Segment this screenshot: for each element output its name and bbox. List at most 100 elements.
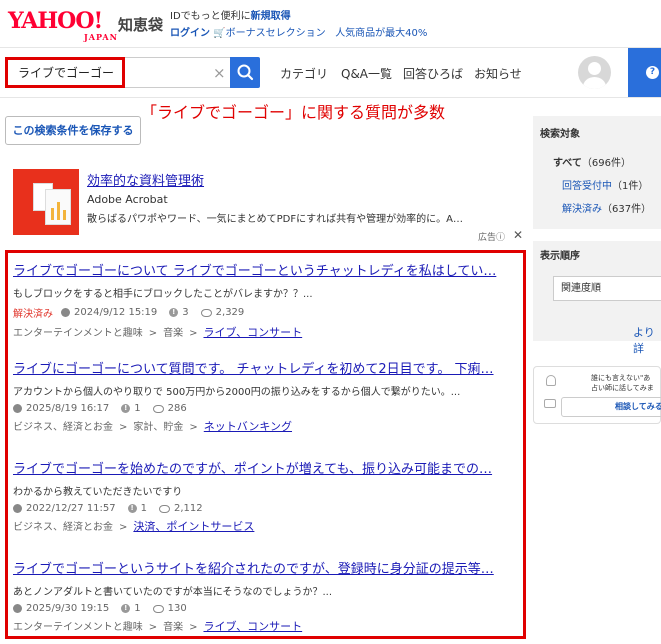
eye-icon xyxy=(200,308,212,317)
category-crumb[interactable]: 家計、貯金 xyxy=(133,422,183,433)
view-count: 2,112 xyxy=(174,503,203,514)
answer-icon: ! xyxy=(121,404,131,413)
cart-icon: 🛒 xyxy=(213,28,226,39)
question-meta: 2025/8/19 16:17 ! 1 286 xyxy=(13,403,521,414)
answer-icon: ! xyxy=(121,604,131,613)
card-text: 誰にも言えない"あ 占い師に話してみま xyxy=(591,374,654,392)
search-button[interactable] xyxy=(230,57,260,88)
logo-sub: JAPAN xyxy=(84,32,118,42)
list-item: ライブでゴーゴーというサイトを紹介されたのですが、登録時に身分証の提示等… あと… xyxy=(13,558,521,634)
ad-thumbnail[interactable] xyxy=(13,169,79,235)
clock-icon xyxy=(13,404,22,413)
question-title-link[interactable]: ライブにゴーゴーについて質問です。 チャットレディを初めて2日目です。 下痢… xyxy=(13,358,521,377)
avatar-body xyxy=(583,77,606,89)
question-title-link[interactable]: ライブでゴーゴーを始めたのですが、ポイントが増えても、振り込み可能までの… xyxy=(13,458,521,477)
ad-title-link[interactable]: 効率的な資料管理術 xyxy=(87,170,204,189)
breadcrumb: エンターテインメントと趣味 > 音楽 > ライブ、コンサート xyxy=(13,326,303,339)
nav-qa-list[interactable]: Q&A一覧 xyxy=(341,65,392,82)
logo-text: YAHOO! xyxy=(8,8,103,34)
annotation-text: 「ライブでゴーゴー」に関する質問が多数 xyxy=(141,103,446,122)
popular-items-link[interactable]: 人気商品が最大40% xyxy=(335,28,427,39)
search-icon xyxy=(237,64,254,81)
info-icon: ⓘ xyxy=(496,233,506,243)
filter-open[interactable]: 回答受付中（1件） xyxy=(562,177,648,192)
sidebar-divider xyxy=(533,229,661,241)
answer-icon: ! xyxy=(127,504,137,513)
consult-button[interactable]: 相談してみる xyxy=(561,397,661,417)
question-date: 2022/12/27 11:57 xyxy=(26,503,116,514)
question-title-link[interactable]: ライブでゴーゴーというサイトを紹介されたのですが、登録時に身分証の提示等… xyxy=(13,558,521,577)
sort-heading: 表示順序 xyxy=(540,251,580,262)
category-crumb[interactable]: ビジネス、経済とお金 xyxy=(13,422,113,433)
category-link[interactable]: 決済、ポイントサービス xyxy=(133,520,254,533)
bell-icon xyxy=(546,375,556,386)
category-crumb[interactable]: エンターテインメントと趣味 xyxy=(13,328,143,339)
question-snippet: あとノンアダルトと書いていたのですが本当にそうなのでしょうか？... xyxy=(13,587,333,598)
eye-icon xyxy=(152,604,164,613)
service-name: 知恵袋 xyxy=(118,16,164,34)
eye-icon xyxy=(159,504,171,513)
view-count: 2,329 xyxy=(215,307,245,318)
nav-answer-plaza[interactable]: 回答ひろば xyxy=(403,65,463,82)
question-snippet: もしブロックをすると相手にブロックしたことがバレますか？？... xyxy=(13,289,313,300)
more-details-link[interactable]: より詳 xyxy=(633,324,661,356)
fortune-card: 誰にも言えない"あ 占い師に話してみま 相談してみる xyxy=(533,366,661,424)
avatar[interactable] xyxy=(578,56,611,89)
list-item: ライブでゴーゴーを始めたのですが、ポイントが増えても、振り込み可能までの… わか… xyxy=(13,458,521,534)
filter-solved[interactable]: 解決済み（637件） xyxy=(562,200,651,215)
answer-icon: ! xyxy=(169,308,179,317)
answer-count: 3 xyxy=(182,307,189,318)
filter-all[interactable]: すべて（696件） xyxy=(553,154,631,169)
search-target-heading: 検索対象 xyxy=(540,129,580,140)
category-crumb[interactable]: エンターテインメントと趣味 xyxy=(13,622,143,633)
category-link[interactable]: ライブ、コンサート xyxy=(203,620,302,633)
question-date: 2025/8/19 16:17 xyxy=(26,403,110,414)
category-link[interactable]: ネットバンキング xyxy=(204,420,292,433)
breadcrumb: ビジネス、経済とお金 > 決済、ポイントサービス xyxy=(13,520,255,533)
camera-icon xyxy=(544,399,556,408)
category-link[interactable]: ライブ、コンサート xyxy=(203,326,302,339)
view-count: 286 xyxy=(167,403,187,414)
question-title-link[interactable]: ライブでゴーゴーについて ライブでゴーゴーというチャットレディを私はしてい… xyxy=(13,260,521,279)
answer-count: 1 xyxy=(134,603,141,614)
question-icon: ? xyxy=(646,66,659,79)
nav-category[interactable]: カテゴリ xyxy=(280,65,328,82)
promo-area: IDでもっと便利に新規取得 ログイン 🛒ボーナスセレクション 人気商品が最大40… xyxy=(170,8,427,42)
question-date: 2025/9/30 19:15 xyxy=(26,603,110,614)
category-crumb[interactable]: ビジネス、経済とお金 xyxy=(13,522,113,533)
category-crumb[interactable]: 音楽 xyxy=(163,328,183,339)
close-icon[interactable]: ✕ xyxy=(513,228,523,242)
question-meta: 2025/9/30 19:15 ! 1 130 xyxy=(13,603,521,614)
search-bar: × カテゴリ Q&A一覧 回答ひろば お知らせ ? xyxy=(0,48,661,98)
question-date: 2024/9/12 15:19 xyxy=(74,307,158,318)
login-link[interactable]: ログイン xyxy=(170,28,210,39)
avatar-head xyxy=(588,62,601,75)
yahoo-chiebukuro-logo[interactable]: YAHOO! JAPAN 知恵袋 xyxy=(8,8,168,42)
search-highlight-box xyxy=(5,57,125,88)
signup-link[interactable]: 新規取得 xyxy=(251,11,291,22)
breadcrumb: エンターテインメントと趣味 > 音楽 > ライブ、コンサート xyxy=(13,620,303,633)
solved-badge: 解決済み xyxy=(13,309,53,320)
ad-label[interactable]: 広告ⓘ xyxy=(478,230,505,243)
category-crumb[interactable]: 音楽 xyxy=(163,622,183,633)
question-snippet: アカウントから個人のやり取りで 500万円から2000円の振り込みをするから個人… xyxy=(13,387,461,398)
sort-select[interactable]: 関連度順 xyxy=(553,276,661,301)
eye-icon xyxy=(152,404,164,413)
clock-icon xyxy=(61,308,70,317)
promo-text: IDでもっと便利に xyxy=(170,11,251,22)
list-item: ライブにゴーゴーについて質問です。 チャットレディを初めて2日目です。 下痢… … xyxy=(13,358,521,434)
clear-icon[interactable]: × xyxy=(213,64,226,82)
bonus-selection-link[interactable]: ボーナスセレクション xyxy=(226,28,326,39)
breadcrumb: ビジネス、経済とお金 > 家計、貯金 > ネットバンキング xyxy=(13,420,293,433)
list-item: ライブでゴーゴーについて ライブでゴーゴーというチャットレディを私はしてい… も… xyxy=(13,260,521,340)
clock-icon xyxy=(13,504,22,513)
clock-icon xyxy=(13,604,22,613)
ad-sponsor: Adobe Acrobat xyxy=(87,193,168,206)
ad-description: 散らばるパワポやワード、一気にまとめてPDFにすれば共有や管理が効率的に。A… xyxy=(87,214,464,225)
save-search-button[interactable]: この検索条件を保存する xyxy=(5,116,141,145)
help-button[interactable]: ? xyxy=(628,48,661,97)
nav-news[interactable]: お知らせ xyxy=(474,65,522,82)
view-count: 130 xyxy=(167,603,187,614)
answer-count: 1 xyxy=(134,403,141,414)
document-icon xyxy=(45,189,71,225)
